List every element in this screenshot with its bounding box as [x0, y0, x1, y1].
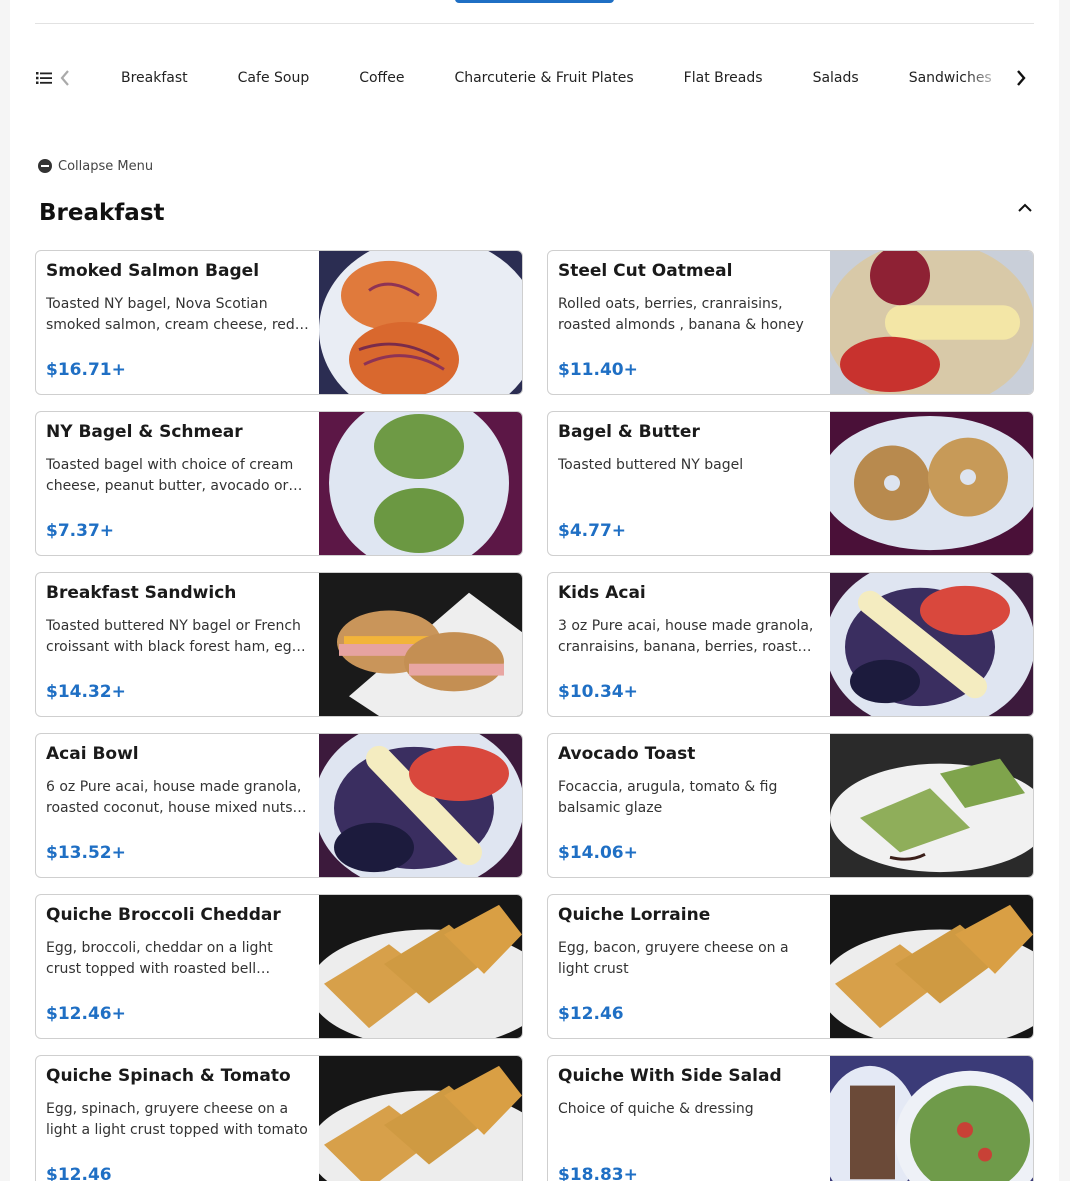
menu-item-photo [830, 573, 1033, 716]
menu-item-price: $13.52+ [46, 843, 126, 863]
menu-item-info: Quiche Broccoli Cheddar Egg, broccoli, c… [36, 895, 319, 1038]
menu-item-description: Rolled oats, berries, cranraisins, roast… [558, 296, 804, 333]
category-fade [965, 58, 1005, 98]
menu-item-card[interactable]: Acai Bowl 6 oz Pure acai, house made gra… [35, 733, 523, 878]
menu-item-description: Toasted buttered NY bagel [558, 457, 744, 473]
menu-item-photo [319, 573, 522, 716]
menu-item-info: Quiche Spinach & Tomato Egg, spinach, gr… [36, 1056, 319, 1181]
menu-item-info: Smoked Salmon Bagel Toasted NY bagel, No… [36, 251, 319, 394]
category-charcuterie[interactable]: Charcuterie & Fruit Plates [454, 58, 633, 98]
menu-item-description: Toasted bagel with choice of cream chees… [46, 457, 294, 494]
category-salads[interactable]: Salads [813, 58, 859, 98]
menu-item-card[interactable]: NY Bagel & Schmear Toasted bagel with ch… [35, 411, 523, 556]
menu-item-price: $14.32+ [46, 682, 126, 702]
menu-item-card[interactable]: Quiche Broccoli Cheddar Egg, broccoli, c… [35, 894, 523, 1039]
menu-item-info: Quiche With Side Salad Choice of quiche … [548, 1056, 830, 1181]
menu-item-name: Quiche Broccoli Cheddar [46, 905, 281, 925]
menu-item-name: Quiche With Side Salad [558, 1066, 782, 1086]
menu-item-name: Bagel & Butter [558, 422, 700, 442]
menu-item-price: $11.40+ [558, 360, 638, 380]
menu-item-photo [319, 251, 522, 394]
menu-grid: Smoked Salmon Bagel Toasted NY bagel, No… [35, 250, 1034, 1181]
menu-item-description: Toasted buttered NY bagel or French croi… [46, 618, 301, 655]
menu-item-description: Focaccia, arugula, tomato & fig balsamic… [558, 779, 778, 816]
menu-item-card[interactable]: Avocado Toast Focaccia, arugula, tomato … [547, 733, 1034, 878]
menu-item-photo [830, 412, 1033, 555]
menu-item-photo [830, 734, 1033, 877]
menu-item-card[interactable]: Breakfast Sandwich Toasted buttered NY b… [35, 572, 523, 717]
menu-item-info: Bagel & Butter Toasted buttered NY bagel… [548, 412, 830, 555]
menu-item-name: Kids Acai [558, 583, 646, 603]
order-button[interactable] [455, 0, 614, 3]
menu-item-description: Choice of quiche & dressing [558, 1101, 754, 1117]
chevron-left-icon[interactable] [59, 69, 71, 87]
menu-item-price: $14.06+ [558, 843, 638, 863]
category-cafe-soup[interactable]: Cafe Soup [238, 58, 310, 98]
collapse-menu-label: Collapse Menu [58, 158, 154, 174]
menu-item-name: Smoked Salmon Bagel [46, 261, 260, 281]
menu-item-price: $12.46 [46, 1165, 112, 1181]
menu-item-description: Egg, bacon, gruyere cheese on a light cr… [558, 940, 789, 977]
menu-item-card[interactable]: Bagel & Butter Toasted buttered NY bagel… [547, 411, 1034, 556]
section-title: Breakfast [39, 200, 165, 226]
menu-item-photo [319, 895, 522, 1038]
minus-circle-icon [38, 159, 52, 173]
menu-item-description: 3 oz Pure acai, house made granola, cran… [558, 618, 815, 655]
menu-item-description: 6 oz Pure acai, house made granola, roas… [46, 779, 302, 816]
menu-item-photo [830, 251, 1033, 394]
menu-item-photo [319, 1056, 522, 1181]
menu-item-card[interactable]: Quiche Lorraine Egg, bacon, gruyere chee… [547, 894, 1034, 1039]
chevron-up-icon[interactable] [1017, 200, 1033, 216]
menu-item-name: NY Bagel & Schmear [46, 422, 243, 442]
menu-item-name: Acai Bowl [46, 744, 139, 764]
menu-item-name: Avocado Toast [558, 744, 696, 764]
menu-item-price: $7.37+ [46, 521, 115, 541]
menu-item-price: $4.77+ [558, 521, 627, 541]
menu-item-card[interactable]: Smoked Salmon Bagel Toasted NY bagel, No… [35, 250, 523, 395]
menu-item-card[interactable]: Kids Acai 3 oz Pure acai, house made gra… [547, 572, 1034, 717]
menu-item-info: Avocado Toast Focaccia, arugula, tomato … [548, 734, 830, 877]
menu-item-card[interactable]: Steel Cut Oatmeal Rolled oats, berries, … [547, 250, 1034, 395]
menu-item-photo [830, 1056, 1033, 1181]
menu-item-name: Steel Cut Oatmeal [558, 261, 733, 281]
menu-item-info: NY Bagel & Schmear Toasted bagel with ch… [36, 412, 319, 555]
menu-item-description: Egg, broccoli, cheddar on a light crust … [46, 940, 273, 977]
category-breakfast[interactable]: Breakfast [121, 58, 188, 98]
menu-item-price: $18.83+ [558, 1165, 638, 1181]
category-coffee[interactable]: Coffee [359, 58, 404, 98]
category-track: Breakfast Cafe Soup Coffee Charcuterie & Fr… [121, 58, 995, 98]
menu-item-card[interactable]: Quiche Spinach & Tomato Egg, spinach, gr… [35, 1055, 523, 1181]
category-nav: Breakfast Cafe Soup Coffee Charcuterie & Fr… [35, 58, 1034, 98]
menu-item-description: Toasted NY bagel, Nova Scotian smoked sa… [46, 296, 295, 333]
menu-item-name: Quiche Lorraine [558, 905, 711, 925]
menu-item-name: Breakfast Sandwich [46, 583, 237, 603]
list-icon[interactable] [36, 70, 52, 86]
menu-item-photo [830, 895, 1033, 1038]
menu-item-name: Quiche Spinach & Tomato [46, 1066, 291, 1086]
menu-item-photo [319, 412, 522, 555]
menu-item-price: $10.34+ [558, 682, 638, 702]
menu-item-info: Breakfast Sandwich Toasted buttered NY b… [36, 573, 319, 716]
category-flat-breads[interactable]: Flat Breads [684, 58, 763, 98]
menu-item-info: Kids Acai 3 oz Pure acai, house made gra… [548, 573, 830, 716]
menu-item-description: Egg, spinach, gruyere cheese on a light … [46, 1101, 308, 1138]
menu-item-price: $16.71+ [46, 360, 126, 380]
menu-item-info: Steel Cut Oatmeal Rolled oats, berries, … [548, 251, 830, 394]
collapse-menu-button[interactable]: Collapse Menu [38, 157, 153, 175]
menu-item-price: $12.46+ [46, 1004, 126, 1024]
divider [35, 23, 1034, 24]
menu-item-photo [319, 734, 522, 877]
menu-item-info: Quiche Lorraine Egg, bacon, gruyere chee… [548, 895, 830, 1038]
chevron-right-icon[interactable] [1015, 69, 1027, 87]
menu-item-price: $12.46 [558, 1004, 624, 1024]
menu-page: Breakfast Cafe Soup Coffee Charcuterie & Fr… [10, 0, 1059, 1181]
menu-item-card[interactable]: Quiche With Side Salad Choice of quiche … [547, 1055, 1034, 1181]
menu-item-info: Acai Bowl 6 oz Pure acai, house made gra… [36, 734, 319, 877]
